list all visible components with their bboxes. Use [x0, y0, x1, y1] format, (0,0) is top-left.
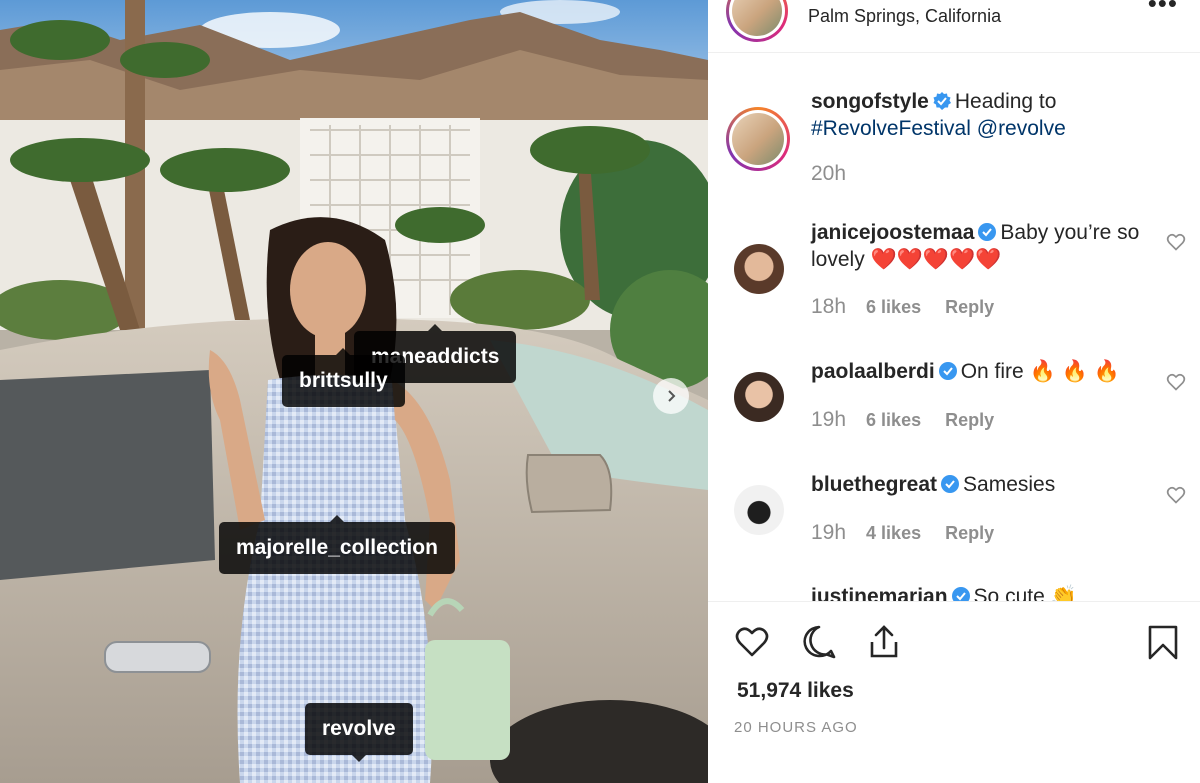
verified-badge-icon — [941, 475, 960, 493]
post-actions — [708, 602, 1200, 682]
likes-count[interactable]: 51,974 likes — [737, 679, 854, 703]
comment-emoji: 🔥 🔥 🔥 — [1029, 360, 1120, 383]
chevron-right-icon — [668, 390, 676, 402]
comment-likes[interactable]: 6 likes — [866, 297, 921, 317]
comment-icon[interactable] — [801, 624, 837, 660]
reply-button[interactable]: Reply — [945, 410, 994, 430]
comment-meta: 18h 6 likes Reply — [811, 295, 1018, 319]
caption-time[interactable]: 20h — [811, 162, 846, 185]
comment-time[interactable]: 19h — [811, 521, 846, 544]
comment-emoji: ❤️❤️❤️❤️❤️ — [870, 248, 1002, 271]
post-header: Palm Springs, California ••• — [708, 0, 1200, 53]
comment-text: paolaalberdi On fire 🔥 🔥 🔥 — [811, 360, 1120, 383]
comment-username[interactable]: paolaalberdi — [811, 360, 935, 383]
caption-mention[interactable]: @revolve — [977, 117, 1066, 140]
comment-meta: 19h 4 likes Reply — [811, 521, 1018, 545]
comment-username[interactable]: bluethegreat — [811, 473, 937, 496]
header-avatar[interactable] — [726, 0, 788, 42]
verified-badge-icon — [938, 362, 957, 380]
comments-list[interactable]: songofstyle Heading to #RevolveFestival @… — [708, 53, 1200, 601]
heart-icon[interactable] — [1166, 232, 1186, 252]
comment-text: bluethegreat Samesies — [811, 473, 1056, 496]
comment-likes[interactable]: 4 likes — [866, 523, 921, 543]
comment-avatar[interactable] — [734, 485, 784, 535]
verified-badge-icon — [951, 587, 970, 601]
share-icon[interactable] — [866, 624, 902, 660]
more-icon[interactable]: ••• — [1148, 0, 1178, 19]
comment-avatar[interactable] — [734, 244, 784, 294]
comment-text: justinemarian So cute 👏 — [811, 583, 1151, 601]
comment-emoji: 👏 — [1050, 585, 1077, 601]
verified-badge-icon — [978, 223, 997, 241]
comment-username[interactable]: justinemarian — [811, 585, 948, 601]
comment-time[interactable]: 19h — [811, 408, 846, 431]
photo-tag-revolve[interactable]: revolve — [305, 703, 413, 762]
comment-avatar[interactable] — [734, 372, 784, 422]
verified-badge-icon — [933, 92, 951, 110]
reply-button[interactable]: Reply — [945, 523, 994, 543]
bookmark-icon[interactable] — [1145, 624, 1181, 660]
heart-icon[interactable] — [734, 624, 770, 660]
comment-username[interactable]: janicejoostemaa — [811, 221, 974, 244]
post-time-ago[interactable]: 20 HOURS AGO — [734, 719, 858, 736]
comment-likes[interactable]: 6 likes — [866, 410, 921, 430]
photo-tag-majorelle-collection[interactable]: majorelle_collection — [219, 515, 455, 574]
caption-username[interactable]: songofstyle — [811, 90, 929, 113]
heart-icon[interactable] — [1166, 485, 1186, 505]
comment-text: janicejoostemaa Baby you’re so lovely ❤️❤… — [811, 221, 1140, 271]
post-photo[interactable]: maneaddicts brittsully majorelle_collect… — [0, 0, 708, 783]
heart-icon[interactable] — [1166, 372, 1186, 392]
reply-button[interactable]: Reply — [945, 297, 994, 317]
caption-text: songofstyle Heading to #RevolveFestival @… — [811, 90, 1066, 140]
comment-time[interactable]: 18h — [811, 295, 846, 318]
next-photo-button[interactable] — [653, 378, 689, 414]
caption-avatar[interactable] — [726, 107, 790, 171]
comment-meta: 19h 6 likes Reply — [811, 408, 1018, 432]
post-location[interactable]: Palm Springs, California — [808, 6, 1001, 27]
caption-meta: 20h — [811, 162, 866, 186]
photo-tag-brittsully[interactable]: brittsully — [282, 348, 405, 407]
caption-hashtag[interactable]: #RevolveFestival — [811, 117, 971, 140]
post-side-panel: Palm Springs, California ••• songofstyle… — [708, 0, 1200, 783]
